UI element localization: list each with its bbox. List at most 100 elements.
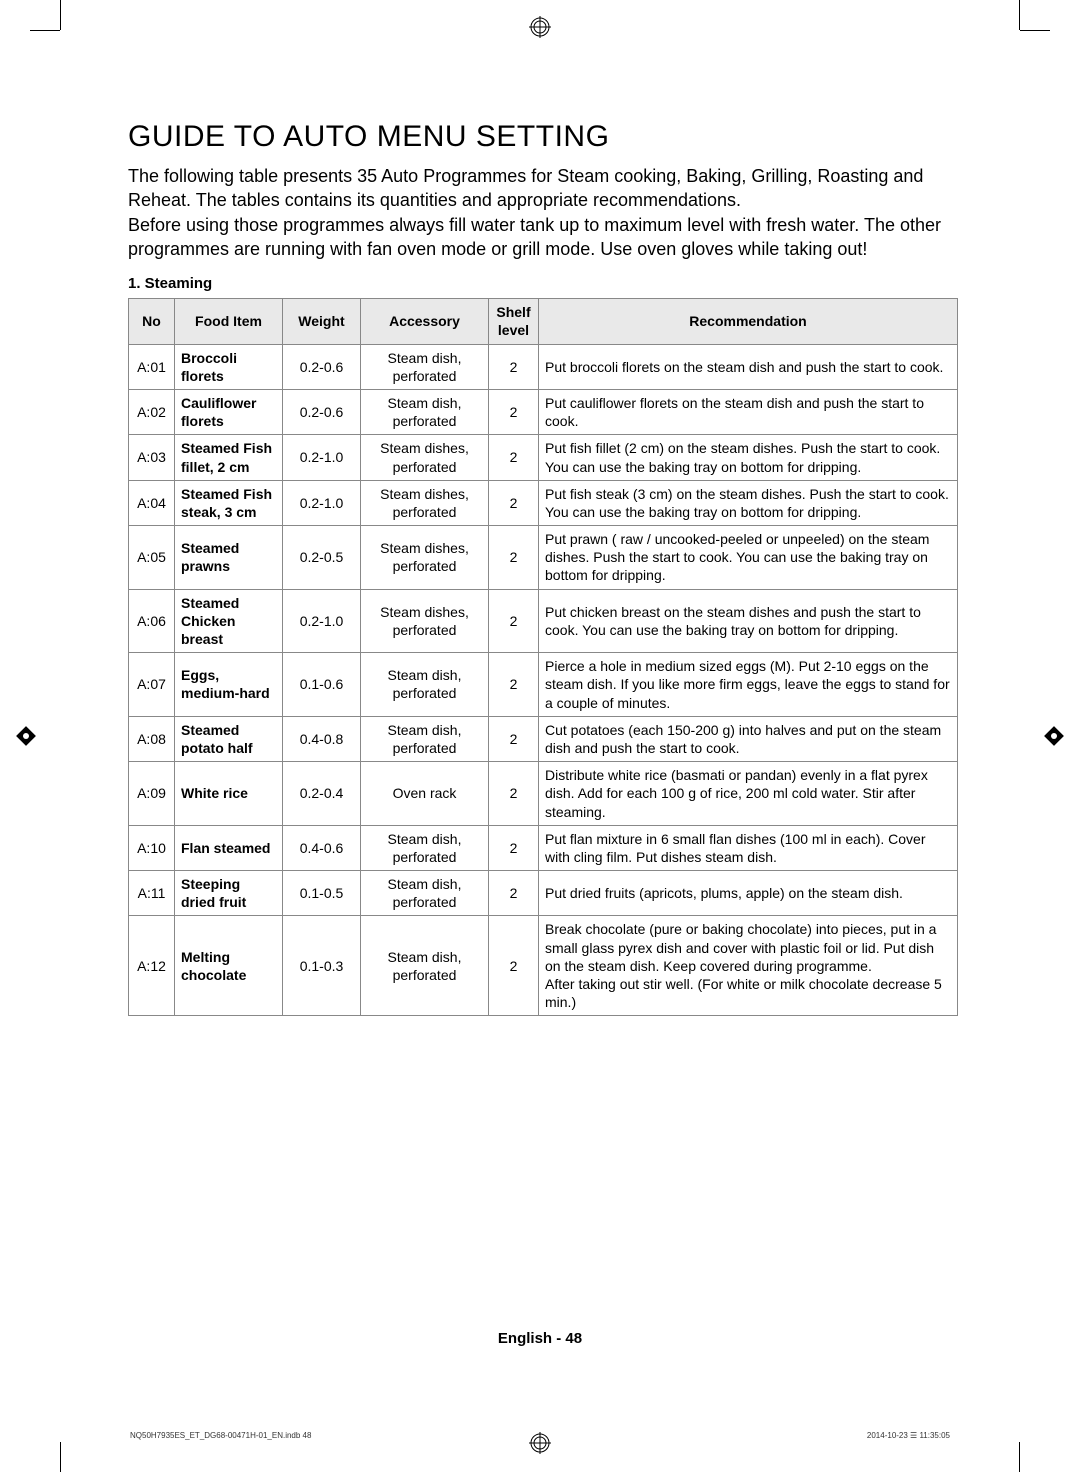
cell-no: A:10 — [129, 825, 175, 870]
cell-shelf: 2 — [489, 716, 539, 761]
cell-shelf: 2 — [489, 762, 539, 826]
th-item: Food Item — [175, 299, 283, 344]
cell-no: A:12 — [129, 916, 175, 1016]
crop-mark — [1020, 30, 1050, 31]
cell-weight: 0.1-0.3 — [283, 916, 361, 1016]
cell-shelf: 2 — [489, 435, 539, 480]
crop-mark — [1019, 1442, 1020, 1472]
cell-accessory: Steam dishes, perforated — [361, 526, 489, 590]
cell-weight: 0.2-0.6 — [283, 344, 361, 389]
table-row: A:01Broccoli florets0.2-0.6Steam dish, p… — [129, 344, 958, 389]
cell-item: Steamed Fish fillet, 2 cm — [175, 435, 283, 480]
th-shelf: Shelf level — [489, 299, 539, 344]
cell-shelf: 2 — [489, 871, 539, 916]
page-footer: English - 48 — [0, 1330, 1080, 1347]
cell-accessory: Steam dish, perforated — [361, 653, 489, 717]
page-content: GUIDE TO AUTO MENU SETTING The following… — [128, 120, 958, 1016]
cell-shelf: 2 — [489, 653, 539, 717]
cell-shelf: 2 — [489, 526, 539, 590]
cell-weight: 0.2-0.5 — [283, 526, 361, 590]
cell-weight: 0.2-0.6 — [283, 389, 361, 434]
cell-no: A:02 — [129, 389, 175, 434]
table-row: A:10Flan steamed0.4-0.6Steam dish, perfo… — [129, 825, 958, 870]
cell-accessory: Steam dish, perforated — [361, 825, 489, 870]
cell-no: A:11 — [129, 871, 175, 916]
table-row: A:08Steamed potato half0.4-0.8Steam dish… — [129, 716, 958, 761]
cell-weight: 0.4-0.8 — [283, 716, 361, 761]
cell-accessory: Steam dishes, perforated — [361, 589, 489, 653]
cell-no: A:06 — [129, 589, 175, 653]
footer-lang: English - — [498, 1330, 566, 1347]
cell-item: Eggs, medium-hard — [175, 653, 283, 717]
cell-item: Steamed Fish steak, 3 cm — [175, 480, 283, 525]
cell-accessory: Steam dish, perforated — [361, 871, 489, 916]
cell-item: Steeping dried fruit — [175, 871, 283, 916]
cell-shelf: 2 — [489, 589, 539, 653]
cell-recommendation: Put prawn ( raw / uncooked-peeled or unp… — [539, 526, 958, 590]
cell-recommendation: Put cauliflower florets on the steam dis… — [539, 389, 958, 434]
crop-mark — [60, 1442, 61, 1472]
cell-shelf: 2 — [489, 344, 539, 389]
cell-item: Melting chocolate — [175, 916, 283, 1016]
cell-item: Flan steamed — [175, 825, 283, 870]
cell-accessory: Steam dish, perforated — [361, 389, 489, 434]
table-row: A:12Melting chocolate0.1-0.3Steam dish, … — [129, 916, 958, 1016]
cell-no: A:04 — [129, 480, 175, 525]
cell-accessory: Steam dish, perforated — [361, 344, 489, 389]
table-row: A:05Steamed prawns0.2-0.5Steam dishes, p… — [129, 526, 958, 590]
cell-no: A:07 — [129, 653, 175, 717]
steaming-table: No Food Item Weight Accessory Shelf leve… — [128, 298, 958, 1016]
cell-shelf: 2 — [489, 389, 539, 434]
cell-recommendation: Put dried fruits (apricots, plums, apple… — [539, 871, 958, 916]
cell-shelf: 2 — [489, 480, 539, 525]
print-info-left: NQ50H7935ES_ET_DG68-00471H-01_EN.indb 48 — [130, 1431, 311, 1440]
cell-accessory: Steam dishes, perforated — [361, 435, 489, 480]
table-row: A:06Steamed Chicken breast0.2-1.0Steam d… — [129, 589, 958, 653]
th-weight: Weight — [283, 299, 361, 344]
cell-item: Steamed Chicken breast — [175, 589, 283, 653]
intro-text: The following table presents 35 Auto Pro… — [128, 164, 958, 261]
table-row: A:04Steamed Fish steak, 3 cm0.2-1.0Steam… — [129, 480, 958, 525]
cell-shelf: 2 — [489, 825, 539, 870]
cell-item: Cauliflower florets — [175, 389, 283, 434]
cell-recommendation: Cut potatoes (each 150-200 g) into halve… — [539, 716, 958, 761]
crop-mark — [1019, 0, 1020, 30]
cell-recommendation: Put flan mixture in 6 small flan dishes … — [539, 825, 958, 870]
table-row: A:03Steamed Fish fillet, 2 cm0.2-1.0Stea… — [129, 435, 958, 480]
registration-mark-icon — [529, 16, 551, 38]
cell-accessory: Steam dish, perforated — [361, 916, 489, 1016]
cell-weight: 0.2-1.0 — [283, 480, 361, 525]
cell-recommendation: Put fish steak (3 cm) on the steam dishe… — [539, 480, 958, 525]
page-title: GUIDE TO AUTO MENU SETTING — [128, 120, 958, 154]
table-row: A:11Steeping dried fruit0.1-0.5Steam dis… — [129, 871, 958, 916]
cell-item: White rice — [175, 762, 283, 826]
th-no: No — [129, 299, 175, 344]
table-row: A:09White rice0.2-0.4Oven rack2Distribut… — [129, 762, 958, 826]
table-row: A:02Cauliflower florets0.2-0.6Steam dish… — [129, 389, 958, 434]
cell-recommendation: Break chocolate (pure or baking chocolat… — [539, 916, 958, 1016]
cell-accessory: Steam dishes, perforated — [361, 480, 489, 525]
th-accessory: Accessory — [361, 299, 489, 344]
cell-weight: 0.1-0.6 — [283, 653, 361, 717]
cell-no: A:08 — [129, 716, 175, 761]
cell-recommendation: Pierce a hole in medium sized eggs (M). … — [539, 653, 958, 717]
cell-item: Steamed prawns — [175, 526, 283, 590]
cell-shelf: 2 — [489, 916, 539, 1016]
cell-no: A:09 — [129, 762, 175, 826]
cell-recommendation: Put fish fillet (2 cm) on the steam dish… — [539, 435, 958, 480]
registration-mark-icon — [529, 1432, 551, 1454]
cell-weight: 0.2-1.0 — [283, 435, 361, 480]
crop-mark — [30, 30, 60, 31]
diamond-mark-icon — [1042, 724, 1066, 748]
th-rec: Recommendation — [539, 299, 958, 344]
section-heading: 1. Steaming — [128, 275, 958, 292]
cell-accessory: Oven rack — [361, 762, 489, 826]
cell-no: A:03 — [129, 435, 175, 480]
footer-page: 48 — [565, 1330, 582, 1347]
cell-accessory: Steam dish, perforated — [361, 716, 489, 761]
diamond-mark-icon — [14, 724, 38, 748]
crop-mark — [60, 0, 61, 30]
print-info-right: 2014-10-23 ☰ 11:35:05 — [867, 1431, 950, 1440]
cell-recommendation: Put broccoli florets on the steam dish a… — [539, 344, 958, 389]
cell-weight: 0.2-0.4 — [283, 762, 361, 826]
